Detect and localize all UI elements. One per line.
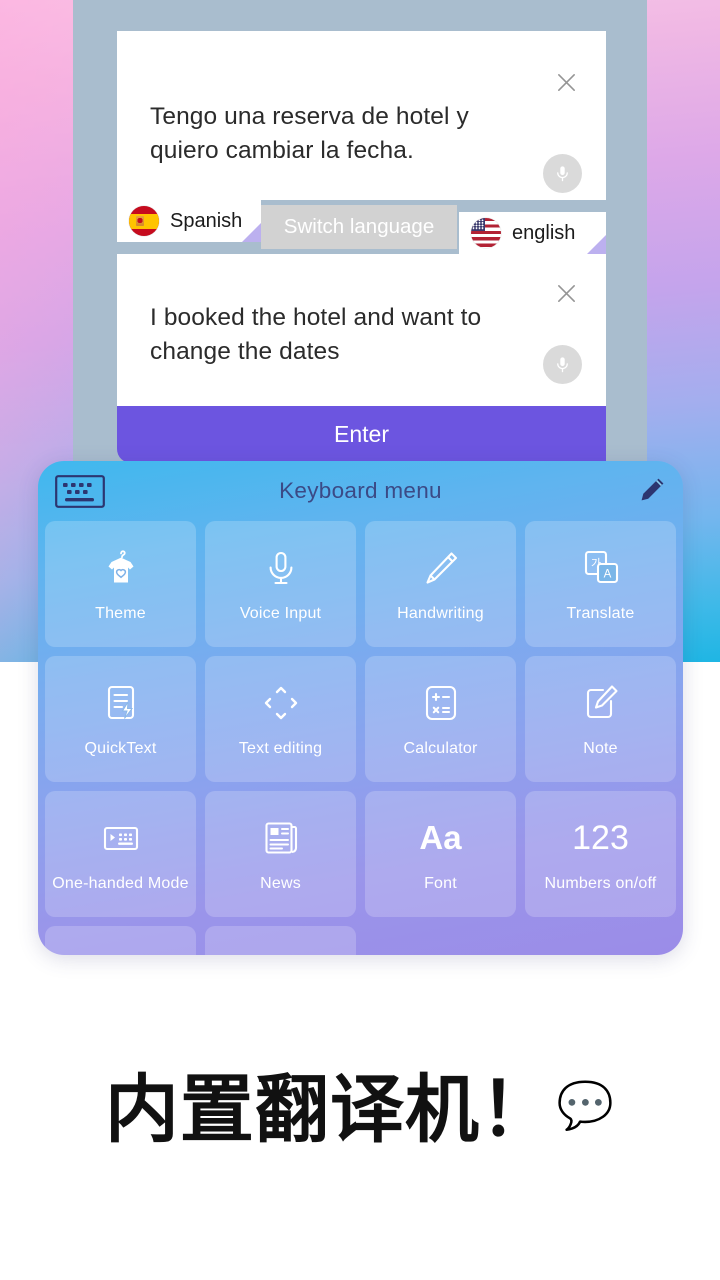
menu-tile-label: Handwriting bbox=[397, 605, 484, 622]
menu-tile-calculator[interactable]: Calculator bbox=[365, 656, 516, 782]
menu-tile-label: Numbers on/off bbox=[544, 875, 657, 892]
language-bar: Spanish Switch language english bbox=[117, 200, 606, 254]
menu-tile-hidden[interactable] bbox=[205, 926, 356, 955]
translator-dialog: Tengo una reserva de hotel y quiero camb… bbox=[117, 31, 606, 463]
menu-tile-quicktext[interactable]: QuickText bbox=[45, 656, 196, 782]
usa-flag-icon bbox=[471, 218, 501, 248]
menu-tile-label: QuickText bbox=[84, 740, 157, 757]
pencil-icon bbox=[418, 545, 464, 591]
svg-text:A: A bbox=[603, 569, 611, 581]
translate-cards-icon: 가 A bbox=[578, 545, 624, 591]
four-way-arrows-icon bbox=[258, 680, 304, 726]
caption: 内置翻译机！💬 bbox=[0, 1050, 720, 1157]
source-text: Tengo una reserva de hotel y quiero camb… bbox=[150, 103, 469, 164]
calculator-icon bbox=[418, 680, 464, 726]
pencil-icon[interactable] bbox=[637, 475, 667, 505]
font-aa-glyph: Aa bbox=[419, 819, 462, 856]
keyboard-menu-grid-partial-row bbox=[38, 926, 683, 955]
spain-flag-icon bbox=[129, 206, 159, 236]
dropdown-corner-icon bbox=[242, 223, 261, 242]
menu-tile-theme[interactable]: Theme bbox=[45, 521, 196, 647]
screen: Tengo una reserva de hotel y quiero camb… bbox=[0, 0, 720, 1280]
close-icon[interactable] bbox=[555, 71, 578, 94]
menu-tile-font[interactable]: Aa Font bbox=[365, 791, 516, 917]
document-lightning-icon bbox=[98, 680, 144, 726]
tshirt-hanger-icon bbox=[98, 545, 144, 591]
keyboard-menu-title: Keyboard menu bbox=[279, 478, 442, 503]
one-handed-keyboard-icon bbox=[98, 815, 144, 861]
menu-tile-label: News bbox=[260, 875, 301, 892]
note-pencil-icon bbox=[578, 680, 624, 726]
menu-tile-news[interactable]: News bbox=[205, 791, 356, 917]
menu-tile-translate[interactable]: 가 A Translate bbox=[525, 521, 676, 647]
menu-tile-text-editing[interactable]: Text editing bbox=[205, 656, 356, 782]
microphone-icon bbox=[557, 357, 568, 373]
menu-tile-label: Calculator bbox=[403, 740, 478, 757]
target-language-chip[interactable]: english bbox=[459, 212, 606, 254]
microphone-icon bbox=[258, 545, 304, 591]
target-microphone-button[interactable] bbox=[543, 345, 582, 384]
keyboard-menu-header: Keyboard menu bbox=[38, 461, 683, 521]
source-language-label: Spanish bbox=[170, 209, 243, 232]
dropdown-corner-icon bbox=[587, 235, 606, 254]
menu-tile-label: One-handed Mode bbox=[52, 875, 189, 892]
menu-tile-numbers-on-off[interactable]: 123 Numbers on/off bbox=[525, 791, 676, 917]
source-language-chip[interactable]: Spanish bbox=[117, 200, 261, 242]
menu-tile-hidden[interactable] bbox=[45, 926, 196, 955]
switch-language-button[interactable]: Switch language bbox=[261, 205, 457, 249]
menu-tile-label: Translate bbox=[566, 605, 635, 622]
source-text-card[interactable]: Tengo una reserva de hotel y quiero camb… bbox=[117, 31, 606, 200]
target-language-label: english bbox=[512, 221, 576, 244]
menu-tile-one-handed-mode[interactable]: One-handed Mode bbox=[45, 791, 196, 917]
microphone-icon bbox=[557, 166, 568, 182]
menu-tile-note[interactable]: Note bbox=[525, 656, 676, 782]
menu-tile-label: Font bbox=[424, 875, 457, 892]
menu-tile-label: Theme bbox=[95, 605, 146, 622]
menu-tile-label: Note bbox=[583, 740, 618, 757]
keyboard-menu-sheet: Keyboard menu Theme Voice Input Handwrit… bbox=[38, 461, 683, 955]
menu-tile-voice-input[interactable]: Voice Input bbox=[205, 521, 356, 647]
menu-tile-handwriting[interactable]: Handwriting bbox=[365, 521, 516, 647]
speech-bubble-icon: 💬 bbox=[556, 1078, 616, 1132]
keyboard-menu-grid: Theme Voice Input Handwriting 가 A Transl… bbox=[38, 521, 683, 917]
menu-tile-label: Text editing bbox=[238, 740, 323, 757]
close-icon[interactable] bbox=[555, 282, 578, 305]
target-text-card[interactable]: I booked the hotel and want to change th… bbox=[117, 254, 606, 406]
target-text: I booked the hotel and want to change th… bbox=[150, 304, 482, 365]
enter-button[interactable]: Enter bbox=[117, 406, 606, 463]
numbers-123-glyph: 123 bbox=[572, 819, 629, 857]
newspaper-icon bbox=[258, 815, 304, 861]
caption-text: 内置翻译机！ bbox=[104, 1067, 555, 1153]
source-microphone-button[interactable] bbox=[543, 154, 582, 193]
menu-tile-label: Voice Input bbox=[239, 605, 322, 622]
